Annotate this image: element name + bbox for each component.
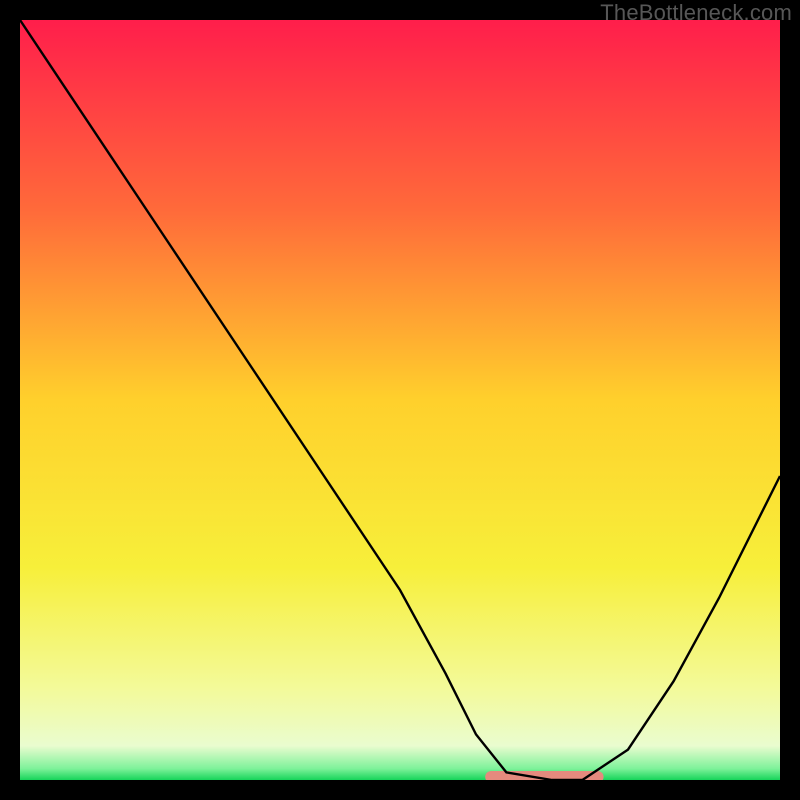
curve-layer bbox=[20, 20, 780, 780]
plot-area bbox=[20, 20, 780, 780]
chart-stage: TheBottleneck.com bbox=[0, 0, 800, 800]
bottleneck-curve bbox=[20, 20, 780, 780]
